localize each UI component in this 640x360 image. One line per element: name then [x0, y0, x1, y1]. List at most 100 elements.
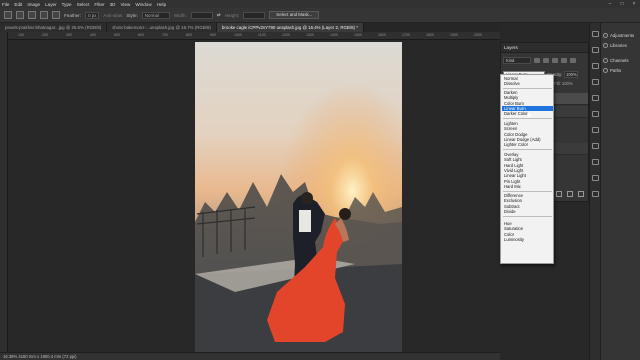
add-selection-icon[interactable] [28, 11, 36, 19]
ruler-tick: 1400 [330, 33, 338, 37]
intersect-selection-icon[interactable] [52, 11, 60, 19]
blend-option[interactable]: Hard Mix [502, 184, 553, 189]
channels-icon [603, 57, 608, 63]
ruler-tick: 2000 [474, 33, 482, 37]
fill-value[interactable]: 100% [562, 81, 573, 86]
height-label: Height: [224, 12, 240, 18]
height-input[interactable] [243, 11, 266, 19]
close-icon[interactable]: × [628, 0, 640, 8]
blend-option[interactable]: Dissolve [502, 81, 553, 86]
history-icon[interactable] [592, 31, 599, 37]
ruler-tick: 1100 [258, 33, 266, 37]
window-controls: – □ × [604, 0, 640, 8]
pixel-filter-icon[interactable] [534, 57, 540, 63]
style-label: Style: [126, 12, 138, 18]
menu-separator [503, 216, 552, 217]
marquee-tool-icon[interactable] [4, 11, 12, 19]
shape-filter-icon[interactable] [561, 57, 567, 63]
blend-option[interactable]: Divide [502, 209, 553, 214]
tab-document-2[interactable]: shots-bakemonz-...unsplash.jpg @ 16.7% (… [107, 23, 217, 32]
ruler-tick: 400 [90, 33, 96, 37]
ruler-tick: 1900 [450, 33, 458, 37]
kind-filter-select[interactable]: Kind [503, 56, 531, 64]
tab-document-1[interactable]: pexels-prakhar-bhatnagar...jpg @ 25.6% (… [0, 23, 108, 32]
menu-edit[interactable]: Edit [14, 2, 22, 7]
document-tabs: pexels-prakhar-bhatnagar...jpg @ 25.6% (… [0, 23, 500, 32]
panel-paths[interactable]: Paths [603, 66, 640, 74]
style-select[interactable]: Normal [141, 11, 170, 19]
type-filter-icon[interactable] [552, 57, 558, 63]
layers-filter-row: Kind [503, 56, 587, 64]
ruler-tick: 1800 [426, 33, 434, 37]
new-group-icon[interactable] [556, 191, 562, 197]
width-label: Width: [173, 12, 187, 18]
ruler-tick: 1200 [282, 33, 290, 37]
panel-channels[interactable]: Channels [603, 56, 640, 64]
ruler-tick: 300 [66, 33, 72, 37]
libraries-icon [603, 42, 608, 48]
swap-icon[interactable]: ⇄ [217, 12, 221, 18]
character-icon[interactable] [592, 111, 599, 117]
glyphs-icon[interactable] [592, 143, 599, 149]
status-bar: 16.39% 4160 mm x 1900.4 mm (72 ppi) [0, 352, 500, 360]
minimize-icon[interactable]: – [604, 0, 616, 8]
paragraph-icon[interactable] [592, 127, 599, 133]
panel-label: Paths [610, 67, 622, 73]
feather-label: Feather: [64, 12, 82, 18]
color-icon[interactable] [592, 63, 599, 69]
delete-layer-icon[interactable] [578, 191, 584, 197]
new-layer-icon[interactable] [567, 191, 573, 197]
feather-input[interactable]: 0 px [85, 11, 100, 19]
menu-type[interactable]: Type [62, 2, 72, 7]
tab-document-3[interactable]: brooke cagle iCPPv2sY790 unsplash.jpg @ … [216, 23, 364, 32]
brush-icon[interactable] [592, 95, 599, 101]
width-input[interactable] [190, 11, 213, 19]
panel-icon-strip [589, 23, 600, 360]
blend-option[interactable]: Luminosity [502, 237, 553, 242]
man-head [301, 192, 313, 204]
menu-3d[interactable]: 3D [110, 2, 116, 7]
maximize-icon[interactable]: □ [616, 0, 628, 8]
smart-filter-icon[interactable] [570, 57, 576, 63]
ruler-vertical [0, 32, 8, 352]
ruler-tick: 1000 [234, 33, 242, 37]
ruler-tick: 200 [42, 33, 48, 37]
menu-view[interactable]: View [120, 2, 130, 7]
document-photo[interactable] [195, 42, 402, 352]
actions-icon[interactable] [592, 191, 599, 197]
ruler-tick: 900 [210, 33, 216, 37]
ruler-tick: 600 [138, 33, 144, 37]
menu-separator [503, 118, 552, 119]
properties-icon[interactable] [592, 47, 599, 53]
opacity-input[interactable]: 100% [564, 70, 579, 78]
blend-option[interactable]: Lighter Color [502, 142, 553, 147]
swatches-icon[interactable] [592, 79, 599, 85]
menu-filter[interactable]: Filter [94, 2, 104, 7]
menu-separator [503, 191, 552, 192]
fill-label: Fill: [554, 81, 561, 86]
ruler-tick: 100 [18, 33, 24, 37]
panel-label: Channels [610, 57, 629, 63]
navigator-icon[interactable] [592, 159, 599, 165]
panel-adjustments[interactable]: Adjustments [603, 31, 640, 39]
menu-separator [503, 88, 552, 89]
ruler-horizontal: 100 200 300 400 500 600 700 800 900 1000… [8, 32, 500, 40]
adjustment-filter-icon[interactable] [543, 57, 549, 63]
menu-image[interactable]: Image [27, 2, 40, 7]
layers-panel-title: Layers [501, 43, 588, 53]
new-selection-icon[interactable] [16, 11, 24, 19]
select-and-mask-button[interactable]: Select and Mask... [269, 11, 320, 19]
photo-scene [195, 42, 402, 352]
menu-help[interactable]: Help [157, 2, 166, 7]
menu-window[interactable]: Window [135, 2, 151, 7]
menu-select[interactable]: Select [77, 2, 90, 7]
antialias-checkbox[interactable]: Anti-alias [103, 13, 122, 18]
adjustments-icon [603, 32, 608, 38]
woman-head [339, 208, 351, 220]
menu-layer[interactable]: Layer [45, 2, 57, 7]
panel-libraries[interactable]: Libraries [603, 41, 640, 49]
info-icon[interactable] [592, 175, 599, 181]
menu-file[interactable]: File [2, 2, 9, 7]
subtract-selection-icon[interactable] [40, 11, 48, 19]
ruler-tick: 800 [186, 33, 192, 37]
